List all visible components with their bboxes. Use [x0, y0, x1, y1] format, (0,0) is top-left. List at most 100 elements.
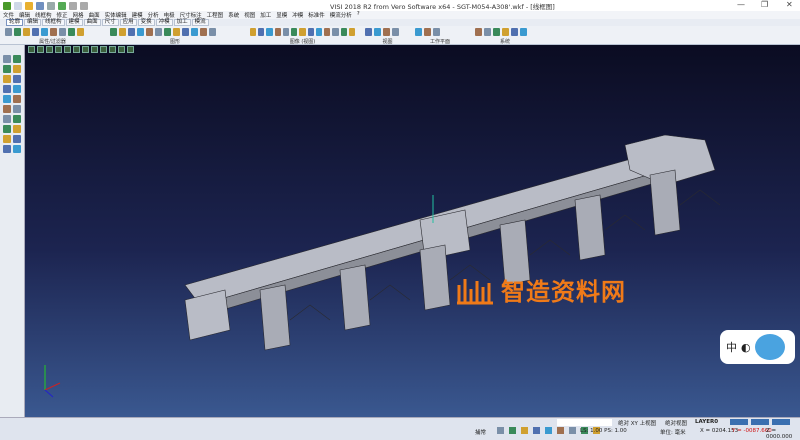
tool-icon[interactable]	[250, 28, 257, 36]
tool-icon[interactable]	[77, 28, 84, 36]
tool-icon[interactable]	[13, 95, 21, 103]
units-status[interactable]: 单位: 毫米	[660, 428, 686, 436]
view-tool-icon[interactable]	[55, 46, 62, 53]
tool-icon[interactable]	[332, 28, 339, 36]
tool-icon[interactable]	[119, 28, 126, 36]
tool-icon[interactable]	[50, 28, 57, 36]
menu-item[interactable]: 模流分析	[330, 11, 352, 19]
tool-icon[interactable]	[3, 145, 11, 153]
snap-icon[interactable]	[569, 427, 576, 434]
tool-icon[interactable]	[13, 125, 21, 133]
tool-icon[interactable]	[299, 28, 306, 36]
menu-item[interactable]: 文件	[3, 11, 14, 19]
menu-item[interactable]: 修正	[57, 11, 68, 19]
snap-mode[interactable]: 捕常	[475, 428, 486, 436]
color-swatch[interactable]	[730, 419, 748, 425]
tool-icon[interactable]	[493, 28, 500, 36]
tool-icon[interactable]	[324, 28, 331, 36]
tab-1[interactable]: 编辑	[24, 19, 42, 26]
tool-icon[interactable]	[182, 28, 189, 36]
tool-icon[interactable]	[13, 135, 21, 143]
tool-icon[interactable]	[128, 28, 135, 36]
tool-icon[interactable]	[307, 28, 314, 36]
menu-item[interactable]: 加工	[260, 11, 271, 19]
tool-icon[interactable]	[3, 75, 11, 83]
tool-icon[interactable]	[3, 105, 11, 113]
print-icon[interactable]	[47, 1, 55, 10]
tab-5[interactable]: 尺寸	[101, 19, 119, 26]
tool-icon[interactable]	[415, 28, 422, 36]
tool-icon[interactable]	[348, 28, 356, 36]
snap-icon[interactable]	[497, 427, 504, 434]
view-tool-icon[interactable]	[82, 46, 89, 53]
tab-3[interactable]: 建模	[65, 19, 83, 26]
tool-icon[interactable]	[3, 125, 11, 133]
ime-indicator[interactable]: 中 ◐	[720, 330, 795, 364]
view-tool-icon[interactable]	[91, 46, 98, 53]
snap-icon[interactable]	[557, 427, 564, 434]
command-input[interactable]	[557, 419, 612, 426]
tool-icon[interactable]	[146, 28, 153, 36]
tool-icon[interactable]	[258, 28, 265, 36]
tab-0[interactable]: 轮廓	[6, 19, 24, 26]
tab-2[interactable]: 线框构	[42, 19, 65, 26]
tab-10[interactable]: 模流	[191, 19, 209, 26]
tool-icon[interactable]	[502, 28, 509, 36]
menu-item[interactable]: 分析	[148, 11, 159, 19]
tool-icon[interactable]	[32, 28, 39, 36]
tool-icon[interactable]	[14, 28, 21, 36]
tool-icon[interactable]	[155, 28, 162, 36]
menu-item[interactable]: 显模	[276, 11, 287, 19]
tool-icon[interactable]	[392, 28, 399, 36]
view-tool-icon[interactable]	[118, 46, 125, 53]
tool-icon[interactable]	[13, 115, 21, 123]
view-tool-icon[interactable]	[127, 46, 134, 53]
tool-icon[interactable]	[200, 28, 207, 36]
redo-icon[interactable]	[80, 1, 88, 10]
tool-icon[interactable]	[209, 28, 216, 36]
snap-icon[interactable]	[521, 427, 528, 434]
tool-icon[interactable]	[13, 75, 21, 83]
tab-8[interactable]: 冲模	[155, 19, 173, 26]
tool-icon[interactable]	[13, 105, 21, 113]
tool-icon[interactable]	[23, 28, 30, 36]
snap-icon[interactable]	[533, 427, 540, 434]
tool-icon[interactable]	[13, 145, 21, 153]
tool-icon[interactable]	[164, 28, 171, 36]
tab-4[interactable]: 曲面	[83, 19, 101, 26]
undo-icon[interactable]	[69, 1, 77, 10]
refresh-icon[interactable]	[58, 1, 66, 10]
menu-item[interactable]: 网格	[73, 11, 84, 19]
tool-icon[interactable]	[433, 28, 440, 36]
snap-icon[interactable]	[545, 427, 552, 434]
view-tool-icon[interactable]	[46, 46, 53, 53]
tool-icon[interactable]	[282, 28, 290, 36]
tool-icon[interactable]	[383, 28, 390, 36]
tool-icon[interactable]	[68, 28, 75, 36]
view-tool-icon[interactable]	[28, 46, 35, 53]
3d-viewport[interactable]	[25, 45, 800, 417]
tool-icon[interactable]	[110, 28, 117, 36]
tool-icon[interactable]	[3, 55, 11, 63]
tool-icon[interactable]	[191, 28, 198, 36]
tool-icon[interactable]	[266, 28, 273, 36]
menu-item[interactable]: 电极	[164, 11, 175, 19]
menu-item[interactable]: 曲面	[89, 11, 100, 19]
menu-item[interactable]: 工程图	[207, 11, 224, 19]
menu-item[interactable]: 系统	[228, 11, 239, 19]
tool-icon[interactable]	[511, 28, 518, 36]
tool-icon[interactable]	[424, 28, 431, 36]
view-status[interactable]: 绝对 XY 上视图	[618, 419, 656, 427]
color-swatch[interactable]	[751, 419, 769, 425]
tool-icon[interactable]	[340, 28, 347, 36]
tool-icon[interactable]	[3, 85, 11, 93]
snap-icon[interactable]	[509, 427, 516, 434]
menu-item[interactable]: 建模	[132, 11, 143, 19]
menu-item[interactable]: 实体编辑	[105, 11, 127, 19]
minimize-button[interactable]: —	[737, 0, 745, 9]
tool-icon[interactable]	[59, 28, 66, 36]
view-tool-icon[interactable]	[100, 46, 107, 53]
tool-icon[interactable]	[3, 65, 11, 73]
close-button[interactable]: ✕	[786, 0, 793, 9]
layer-status[interactable]: LAYER0	[695, 419, 718, 425]
